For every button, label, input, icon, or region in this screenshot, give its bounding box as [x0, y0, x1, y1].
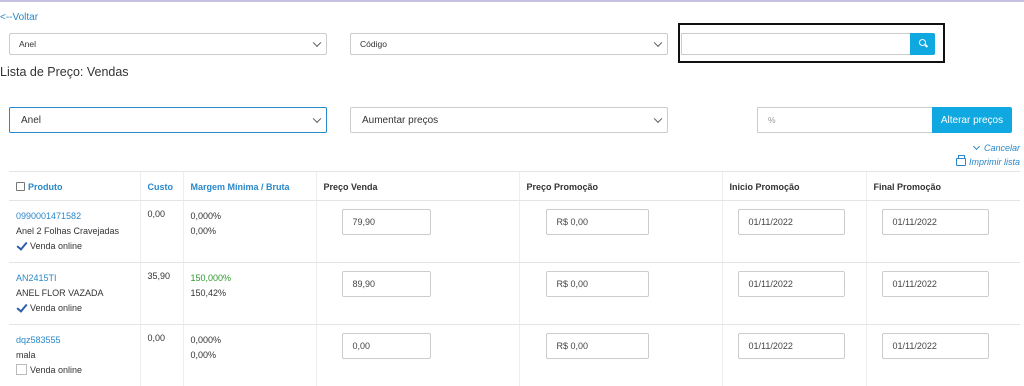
online-checkbox[interactable]: [16, 364, 27, 375]
bulk-action-value: Aumentar preços: [362, 114, 439, 126]
table-row: dqz583555 mala Venda online 0,00 0,000% …: [9, 324, 1020, 386]
product-name: Anel 2 Folhas Cravejadas: [16, 226, 120, 236]
chevron-down-icon: [312, 38, 322, 48]
bulk-action-select[interactable]: Aumentar preços: [350, 107, 668, 133]
promo-end-cell: 01/11/2022: [865, 262, 1020, 325]
promo-price-cell: R$ 0,00: [518, 200, 722, 263]
chevron-down-icon: [972, 142, 981, 150]
margin-cell: 150,000% 150,42%: [182, 262, 316, 325]
margin-min: 0,000%: [190, 211, 222, 221]
product-code-link[interactable]: 0990001471582: [16, 209, 133, 224]
header-produto-label[interactable]: Produto: [28, 182, 63, 192]
price-input[interactable]: 89,90: [341, 271, 431, 297]
back-link[interactable]: <--Voltar: [0, 12, 38, 23]
header-preco-promocao: Preço Promoção: [518, 171, 722, 201]
promo-price-cell: R$ 0,00: [518, 262, 722, 325]
product-name: mala: [16, 350, 36, 360]
online-toggle[interactable]: Venda online: [16, 363, 133, 378]
promo-start-input[interactable]: 01/11/2022: [737, 333, 845, 359]
header-final-promocao: Final Promoção: [865, 171, 1020, 201]
search-input[interactable]: [681, 33, 911, 55]
bulk-category-select[interactable]: Anel: [9, 107, 327, 133]
margin-cell: 0,000% 0,00%: [182, 200, 316, 263]
promo-end-input[interactable]: 01/11/2022: [881, 209, 989, 235]
product-type-value: Anel: [19, 39, 37, 49]
cost-cell: 35,90: [139, 262, 183, 325]
online-label: Venda online: [30, 365, 83, 375]
margin-gross: 150,42%: [190, 288, 227, 298]
promo-start-cell: 01/11/2022: [721, 262, 866, 325]
promo-price-input[interactable]: R$ 0,00: [545, 271, 649, 297]
price-table: Produto Custo Margem Mínima / Bruta Preç…: [9, 171, 1020, 386]
promo-price-cell: R$ 0,00: [518, 324, 722, 386]
product-cell: 0990001471582 Anel 2 Folhas Cravejadas V…: [9, 200, 140, 263]
margin-min: 150,000%: [190, 273, 232, 283]
table-row: AN2415TI ANEL FLOR VAZADA Venda online 3…: [9, 262, 1020, 325]
table-header-row: Produto Custo Margem Mínima / Bruta Preç…: [9, 171, 1020, 201]
margin-min: 0,000%: [190, 335, 222, 345]
header-preco-venda: Preço Venda: [315, 171, 519, 201]
margin-cell: 0,000% 0,00%: [182, 324, 316, 386]
cancel-link[interactable]: Cancelar: [972, 142, 1020, 153]
bulk-category-value: Anel: [21, 114, 42, 126]
check-icon[interactable]: [16, 240, 27, 251]
header-inicio-promocao: Inicio Promoção: [721, 171, 866, 201]
product-cell: AN2415TI ANEL FLOR VAZADA Venda online: [9, 262, 140, 325]
promo-price-input[interactable]: R$ 0,00: [545, 209, 649, 235]
price-input[interactable]: 79,90: [341, 209, 431, 235]
promo-start-cell: 01/11/2022: [721, 324, 866, 386]
top-border: [0, 0, 1024, 2]
search-button[interactable]: [910, 33, 935, 55]
promo-end-cell: 01/11/2022: [865, 324, 1020, 386]
price-input[interactable]: 0,00: [341, 333, 431, 359]
promo-start-input[interactable]: 01/11/2022: [737, 209, 845, 235]
percent-input[interactable]: %: [757, 107, 933, 133]
search-field-select[interactable]: Código: [350, 33, 668, 55]
online-toggle[interactable]: Venda online: [16, 301, 133, 316]
header-custo[interactable]: Custo: [139, 171, 183, 201]
chevron-down-icon: [312, 114, 322, 124]
promo-start-cell: 01/11/2022: [721, 200, 866, 263]
cost-cell: 0,00: [139, 324, 183, 386]
header-margem[interactable]: Margem Mínima / Bruta: [182, 171, 316, 201]
product-cell: dqz583555 mala Venda online: [9, 324, 140, 386]
cost-cell: 0,00: [139, 200, 183, 263]
product-type-select[interactable]: Anel: [9, 33, 327, 55]
promo-price-input[interactable]: R$ 0,00: [545, 333, 649, 359]
product-name: ANEL FLOR VAZADA: [16, 288, 104, 298]
search-icon: [919, 39, 926, 46]
printer-icon: [956, 155, 966, 166]
table-row: 0990001471582 Anel 2 Folhas Cravejadas V…: [9, 200, 1020, 263]
product-code-link[interactable]: AN2415TI: [16, 271, 133, 286]
price-cell: 79,90: [315, 200, 519, 263]
promo-end-cell: 01/11/2022: [865, 200, 1020, 263]
price-cell: 0,00: [315, 324, 519, 386]
margin-gross: 0,00%: [190, 350, 217, 360]
promo-end-input[interactable]: 01/11/2022: [881, 333, 989, 359]
print-label: Imprimir lista: [969, 157, 1020, 167]
online-toggle[interactable]: Venda online: [16, 239, 133, 254]
print-link[interactable]: Imprimir lista: [956, 155, 1020, 167]
check-icon[interactable]: [16, 302, 27, 313]
promo-end-input[interactable]: 01/11/2022: [881, 271, 989, 297]
online-label: Venda online: [30, 303, 83, 313]
select-all-checkbox[interactable]: [16, 181, 25, 191]
chevron-down-icon: [653, 114, 663, 124]
promo-start-input[interactable]: 01/11/2022: [737, 271, 845, 297]
alter-prices-button[interactable]: Alterar preços: [932, 107, 1012, 133]
margin-gross: 0,00%: [190, 226, 217, 236]
online-label: Venda online: [30, 241, 83, 251]
header-produto: Produto: [9, 171, 140, 201]
search-field-value: Código: [360, 39, 387, 49]
price-cell: 89,90: [315, 262, 519, 325]
page-title: Lista de Preço: Vendas: [0, 65, 129, 79]
product-code-link[interactable]: dqz583555: [16, 333, 133, 348]
chevron-down-icon: [653, 38, 663, 48]
cancel-label: Cancelar: [983, 143, 1020, 153]
